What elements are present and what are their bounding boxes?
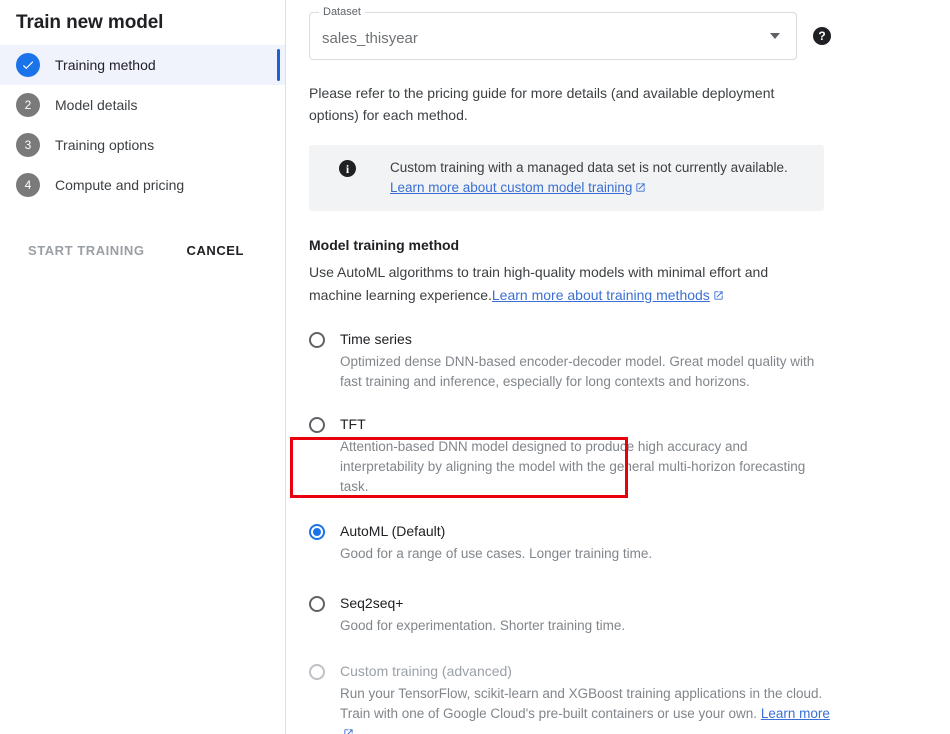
help-circle-icon[interactable]: ?	[813, 27, 831, 45]
pricing-note: Please refer to the pricing guide for mo…	[309, 82, 821, 126]
radio-button-selected[interactable]	[309, 524, 325, 540]
section-description: Use AutoML algorithms to train high-qual…	[309, 261, 809, 307]
radio-option-label: AutoML (Default)	[340, 522, 831, 541]
info-banner: i Custom training with a managed data se…	[309, 145, 824, 211]
main-content: Dataset sales_thisyear ? Please refer to…	[286, 0, 950, 734]
radio-option-tft[interactable]: TFT Attention-based DNN model designed t…	[309, 415, 831, 497]
radio-option-description: Attention-based DNN model designed to pr…	[340, 437, 830, 497]
radio-option-description: Optimized dense DNN-based encoder-decode…	[340, 352, 830, 392]
sidebar-item-label: Compute and pricing	[55, 175, 184, 195]
train-new-model-page: Train new model Training method 2 Model …	[0, 0, 950, 734]
radio-option-time-series[interactable]: Time series Optimized dense DNN-based en…	[309, 330, 831, 392]
sidebar-item-label: Training options	[55, 135, 154, 155]
dataset-label: Dataset	[319, 6, 365, 19]
training-method-radio-group: Time series Optimized dense DNN-based en…	[309, 330, 831, 734]
radio-option-description: Good for a range of use cases. Longer tr…	[340, 544, 830, 564]
learn-more-custom-model-training-link[interactable]: Learn more about custom model training	[390, 180, 632, 195]
link-label: Learn more about training methods	[492, 287, 710, 303]
dataset-value: sales_thisyear	[322, 25, 770, 47]
dataset-select[interactable]: Dataset sales_thisyear	[309, 12, 797, 60]
radio-button[interactable]	[309, 596, 325, 612]
sidebar-item-compute-and-pricing[interactable]: 4 Compute and pricing	[0, 165, 285, 205]
radio-button-disabled	[309, 664, 325, 680]
wizard-step-list: Training method 2 Model details 3 Traini…	[0, 45, 285, 205]
step-number-badge: 4	[16, 173, 40, 197]
step-number-badge: 3	[16, 133, 40, 157]
link-label: Learn more	[761, 706, 830, 721]
sidebar-action-bar: START TRAINING CANCEL	[0, 237, 285, 264]
cancel-button[interactable]: CANCEL	[179, 237, 252, 264]
radio-option-description-text: Run your TensorFlow, scikit-learn and XG…	[340, 686, 822, 721]
radio-option-automl[interactable]: AutoML (Default) Good for a range of use…	[309, 522, 831, 564]
radio-option-label: Custom training (advanced)	[340, 662, 831, 681]
info-banner-text: Custom training with a managed data set …	[390, 158, 808, 198]
info-banner-message: Custom training with a managed data set …	[390, 160, 788, 175]
wizard-sidebar: Train new model Training method 2 Model …	[0, 0, 286, 734]
info-circle-icon: i	[339, 160, 356, 177]
sidebar-item-label: Training method	[55, 55, 156, 75]
section-title: Model training method	[309, 235, 831, 255]
step-number-badge: 2	[16, 93, 40, 117]
radio-option-label: Time series	[340, 330, 831, 349]
radio-option-label: TFT	[340, 415, 831, 434]
radio-option-description: Run your TensorFlow, scikit-learn and XG…	[340, 684, 830, 734]
external-link-icon	[635, 182, 646, 193]
radio-option-label: Seq2seq+	[340, 594, 831, 613]
learn-more-training-methods-link[interactable]: Learn more about training methods	[492, 287, 710, 303]
external-link-icon	[713, 290, 724, 301]
radio-option-custom-training: Custom training (advanced) Run your Tens…	[309, 662, 831, 734]
sidebar-item-model-details[interactable]: 2 Model details	[0, 85, 285, 125]
radio-button[interactable]	[309, 332, 325, 348]
link-label: Learn more about custom model training	[390, 180, 632, 195]
radio-button[interactable]	[309, 417, 325, 433]
radio-option-seq2seq[interactable]: Seq2seq+ Good for experimentation. Short…	[309, 594, 831, 636]
learn-more-custom-training-link[interactable]: Learn more	[761, 706, 830, 721]
page-title: Train new model	[0, 0, 285, 37]
radio-option-description: Good for experimentation. Shorter traini…	[340, 616, 830, 636]
sidebar-item-training-options[interactable]: 3 Training options	[0, 125, 285, 165]
sidebar-item-label: Model details	[55, 95, 138, 115]
sidebar-item-training-method[interactable]: Training method	[0, 45, 285, 85]
external-link-icon	[343, 728, 354, 734]
check-circle-icon	[16, 53, 40, 77]
start-training-button[interactable]: START TRAINING	[20, 237, 153, 264]
chevron-down-icon[interactable]	[770, 33, 780, 39]
dataset-field-row: Dataset sales_thisyear ?	[309, 12, 831, 60]
